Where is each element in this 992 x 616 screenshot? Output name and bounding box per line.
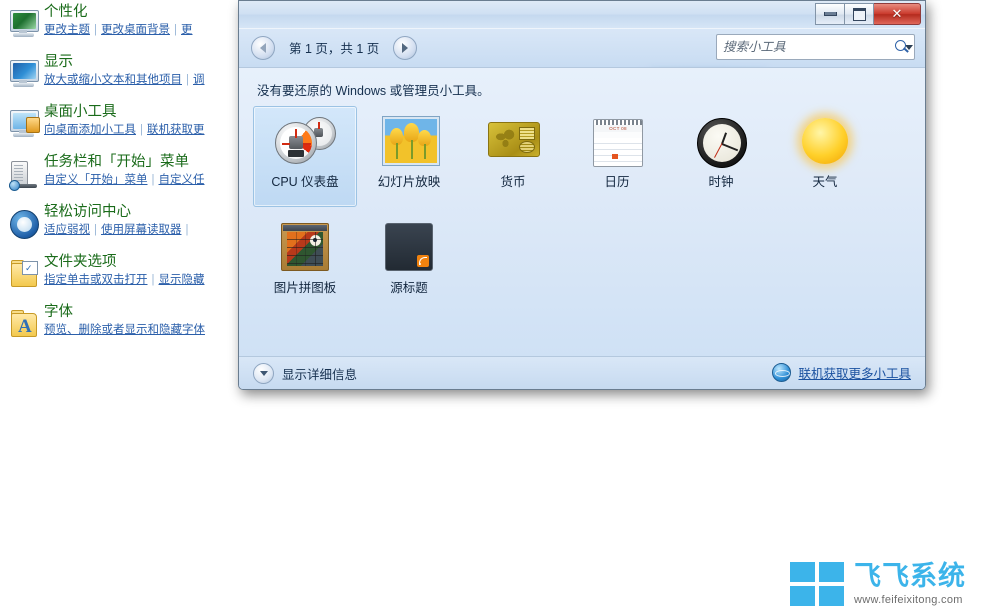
gadget-label: CPU 仪表盘: [271, 175, 338, 189]
gadget-label: 时钟: [708, 175, 733, 189]
item-title: 任务栏和「开始」菜单: [44, 154, 250, 171]
item-title: 字体: [44, 304, 250, 321]
watermark-text: 飞飞系统 www.feifeixitong.com: [854, 562, 966, 606]
gadget-label: 货币: [500, 175, 525, 189]
gadget-item-cpu-meter[interactable]: CPU 仪表盘: [253, 106, 357, 207]
item-links: 向桌面添加小工具|联机获取更: [44, 123, 250, 138]
windows-logo-icon: [790, 562, 844, 606]
control-panel-item-ease-of-access[interactable]: 轻松访问中心 适应弱视|使用屏幕读取器|: [0, 204, 250, 250]
ease-of-access-icon: [8, 208, 40, 240]
globe-icon: [772, 363, 791, 382]
folder-options-icon: ✓: [8, 258, 40, 290]
control-panel-item-taskbar-start-menu[interactable]: 任务栏和「开始」菜单 自定义「开始」菜单|自定义任: [0, 154, 250, 200]
show-details-button[interactable]: 显示详细信息: [253, 363, 357, 384]
dialog-toolbar: 第 1 页，共 1 页: [239, 29, 925, 67]
display-monitor-icon: [8, 58, 40, 90]
fonts-folder-icon: A: [8, 308, 40, 340]
next-page-button[interactable]: [393, 36, 417, 60]
gadget-item-clock[interactable]: 时钟: [669, 106, 773, 207]
dialog-footer: 显示详细信息 联机获取更多小工具: [239, 356, 925, 390]
personalization-monitor-icon: [8, 8, 40, 40]
item-links: 自定义「开始」菜单|自定义任: [44, 173, 250, 188]
maximize-icon: [853, 8, 866, 21]
restore-note-text: 没有要还原的 Windows 或管理员小工具。: [257, 80, 490, 99]
gadget-item-picture-puzzle[interactable]: 图片拼图板: [253, 212, 357, 313]
item-links: 适应弱视|使用屏幕读取器|: [44, 223, 250, 238]
gadget-item-calendar[interactable]: OCT 08 日历: [565, 106, 669, 207]
picture-puzzle-icon: [273, 222, 337, 274]
minimize-button[interactable]: [815, 3, 845, 25]
page-indicator-label: 第 1 页，共 1 页: [275, 38, 393, 57]
watermark: 飞飞系统 www.feifeixitong.com: [790, 562, 966, 606]
weather-sun-icon: [793, 116, 857, 168]
gadget-grid: CPU 仪表盘 幻灯片放映: [253, 106, 915, 318]
chevron-down-icon: [253, 363, 274, 384]
item-title: 显示: [44, 54, 250, 71]
control-panel-item-desktop-gadgets[interactable]: 桌面小工具 向桌面添加小工具|联机获取更: [0, 104, 250, 150]
gadget-item-currency[interactable]: 货币: [461, 106, 565, 207]
feed-headlines-icon: [377, 222, 441, 274]
get-more-gadgets-link[interactable]: 联机获取更多小工具: [772, 363, 911, 382]
item-title: 文件夹选项: [44, 254, 250, 271]
control-panel-item-list: 个性化 更改主题|更改桌面背景|更 显示 放大或缩小文本和其他项目|调 桌面小工…: [0, 0, 250, 370]
chevron-left-icon: [260, 43, 266, 53]
gadget-label: 天气: [812, 175, 837, 189]
dialog-title-bar[interactable]: ✕: [239, 1, 925, 29]
window-controls: ✕: [815, 3, 921, 25]
item-links: 放大或缩小文本和其他项目|调: [44, 73, 250, 88]
item-title: 个性化: [44, 4, 250, 21]
gadget-item-slideshow[interactable]: 幻灯片放映: [357, 106, 461, 207]
previous-page-button[interactable]: [251, 36, 275, 60]
watermark-brand: 飞飞系统: [854, 562, 966, 592]
calendar-icon: OCT 08: [585, 116, 649, 168]
item-links: 预览、删除或者显示和隐藏字体: [44, 323, 250, 338]
maximize-button[interactable]: [845, 3, 874, 25]
control-panel-item-personalization[interactable]: 个性化 更改主题|更改桌面背景|更: [0, 4, 250, 50]
item-links: 更改主题|更改桌面背景|更: [44, 23, 250, 38]
desktop-gadget-gallery-dialog: ✕ 第 1 页，共 1 页 没有要还原的 Windows 或管理员小工具。: [238, 0, 926, 390]
show-details-label: 显示详细信息: [282, 364, 357, 383]
gadget-label: 日历: [604, 175, 629, 189]
watermark-url: www.feifeixitong.com: [854, 594, 966, 606]
pagination-control: 第 1 页，共 1 页: [251, 35, 417, 60]
minimize-icon: [824, 12, 837, 16]
control-panel-item-folder-options[interactable]: ✓ 文件夹选项 指定单击或双击打开|显示隐藏: [0, 254, 250, 300]
item-title: 桌面小工具: [44, 104, 250, 121]
desktop-gadgets-monitor-icon: [8, 108, 40, 140]
clock-icon: [689, 116, 753, 168]
taskbar-start-menu-icon: [8, 158, 40, 190]
gadget-item-weather[interactable]: 天气: [773, 106, 877, 207]
gadget-label: 图片拼图板: [274, 281, 337, 295]
item-links: 指定单击或双击打开|显示隐藏: [44, 273, 250, 288]
slideshow-icon: [377, 116, 441, 168]
search-box[interactable]: [716, 34, 915, 60]
rss-icon: [417, 255, 429, 267]
get-more-gadgets-label: 联机获取更多小工具: [798, 363, 911, 382]
search-icon[interactable]: [892, 37, 904, 57]
search-input[interactable]: [717, 40, 892, 54]
close-button[interactable]: ✕: [874, 3, 921, 25]
item-title: 轻松访问中心: [44, 204, 250, 221]
gadget-gallery-body: 没有要还原的 Windows 或管理员小工具。 CPU 仪表盘: [239, 67, 925, 356]
cpu-meter-icon: [273, 116, 337, 168]
gadget-item-feed-headlines[interactable]: 源标题: [357, 212, 461, 313]
gadget-label: 幻灯片放映: [378, 175, 441, 189]
currency-icon: [481, 116, 545, 168]
control-panel-item-display[interactable]: 显示 放大或缩小文本和其他项目|调: [0, 54, 250, 100]
control-panel-item-fonts[interactable]: A 字体 预览、删除或者显示和隐藏字体: [0, 304, 250, 350]
chevron-right-icon: [402, 43, 408, 53]
gadget-label: 源标题: [390, 281, 428, 295]
